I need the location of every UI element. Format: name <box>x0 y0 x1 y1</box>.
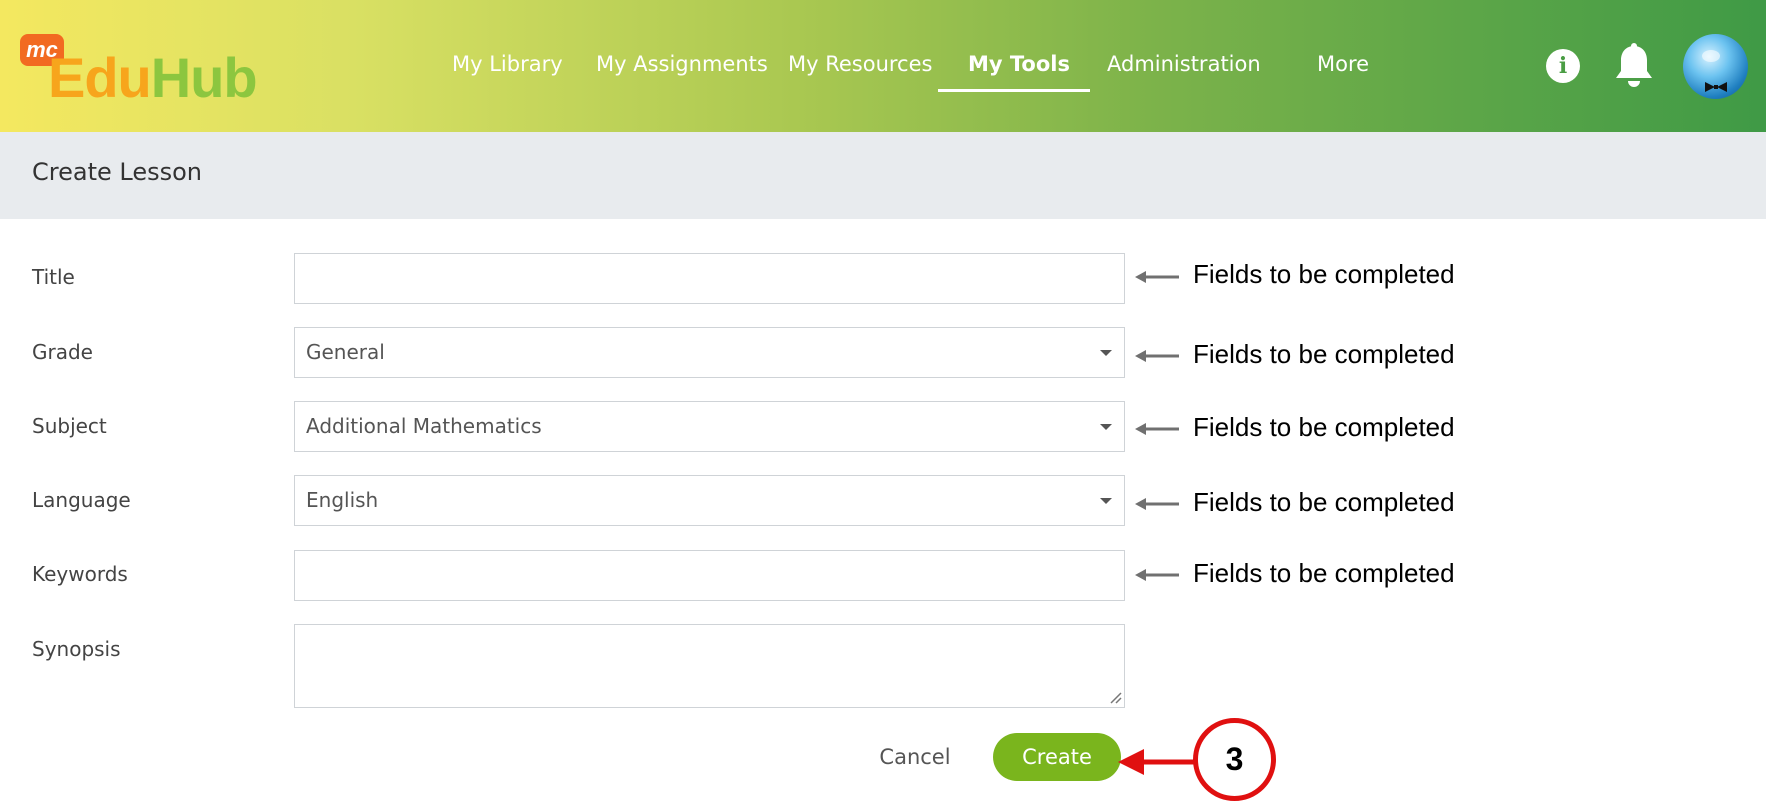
annotation-title: Fields to be completed <box>1193 259 1455 289</box>
nav-my-tools[interactable]: My Tools <box>968 44 1070 84</box>
annotation-keywords: Fields to be completed <box>1193 558 1455 588</box>
annotation-arrow-icon <box>1135 498 1179 510</box>
nav-administration[interactable]: Administration <box>1107 44 1261 84</box>
active-nav-underline <box>938 89 1090 92</box>
annotation-arrow-icon <box>1135 350 1179 362</box>
resize-handle-icon[interactable] <box>1108 690 1122 704</box>
page-title: Create Lesson <box>32 158 202 186</box>
step-number-badge: 3 <box>1193 718 1276 801</box>
language-selected-value: English <box>306 488 379 512</box>
annotation-arrow-icon <box>1135 271 1179 283</box>
grade-select[interactable]: General <box>294 327 1125 378</box>
logo-edu-text: Edu <box>48 46 152 109</box>
chevron-down-icon <box>1100 498 1112 504</box>
nav-my-assignments[interactable]: My Assignments <box>596 44 768 84</box>
bell-icon[interactable] <box>1612 42 1656 90</box>
annotation-arrow-icon <box>1135 423 1179 435</box>
annotation-arrow-icon <box>1135 569 1179 581</box>
logo-wordmark: EduHub <box>48 46 258 109</box>
page-subheader <box>0 132 1766 219</box>
subject-select[interactable]: Additional Mathematics <box>294 401 1125 452</box>
subject-label: Subject <box>32 414 107 438</box>
nav-my-library[interactable]: My Library <box>452 44 563 84</box>
synopsis-label: Synopsis <box>32 637 121 661</box>
nav-more[interactable]: More <box>1317 44 1369 84</box>
subject-selected-value: Additional Mathematics <box>306 414 542 438</box>
keywords-input[interactable] <box>294 550 1125 601</box>
top-header: mc EduHub My Library My Assignments My R… <box>0 0 1766 132</box>
annotation-grade: Fields to be completed <box>1193 339 1455 369</box>
title-input[interactable] <box>294 253 1125 304</box>
language-select[interactable]: English <box>294 475 1125 526</box>
annotation-subject: Fields to be completed <box>1193 412 1455 442</box>
avatar[interactable] <box>1683 34 1748 99</box>
language-label: Language <box>32 488 131 512</box>
annotation-language: Fields to be completed <box>1193 487 1455 517</box>
grade-label: Grade <box>32 340 93 364</box>
nav-my-resources[interactable]: My Resources <box>788 44 932 84</box>
eduhub-logo[interactable]: mc EduHub <box>20 30 270 110</box>
create-button[interactable]: Create <box>993 733 1121 781</box>
chevron-down-icon <box>1100 350 1112 356</box>
keywords-label: Keywords <box>32 562 128 586</box>
info-icon[interactable]: i <box>1546 49 1580 83</box>
title-label: Title <box>32 265 75 289</box>
cancel-button[interactable]: Cancel <box>860 739 970 775</box>
step-pointer-arrow-icon <box>1118 749 1196 775</box>
chevron-down-icon <box>1100 424 1112 430</box>
synopsis-textarea[interactable] <box>294 624 1125 708</box>
grade-selected-value: General <box>306 340 385 364</box>
avatar-bowtie-icon <box>1702 50 1727 92</box>
logo-hub-text: Hub <box>150 46 258 109</box>
